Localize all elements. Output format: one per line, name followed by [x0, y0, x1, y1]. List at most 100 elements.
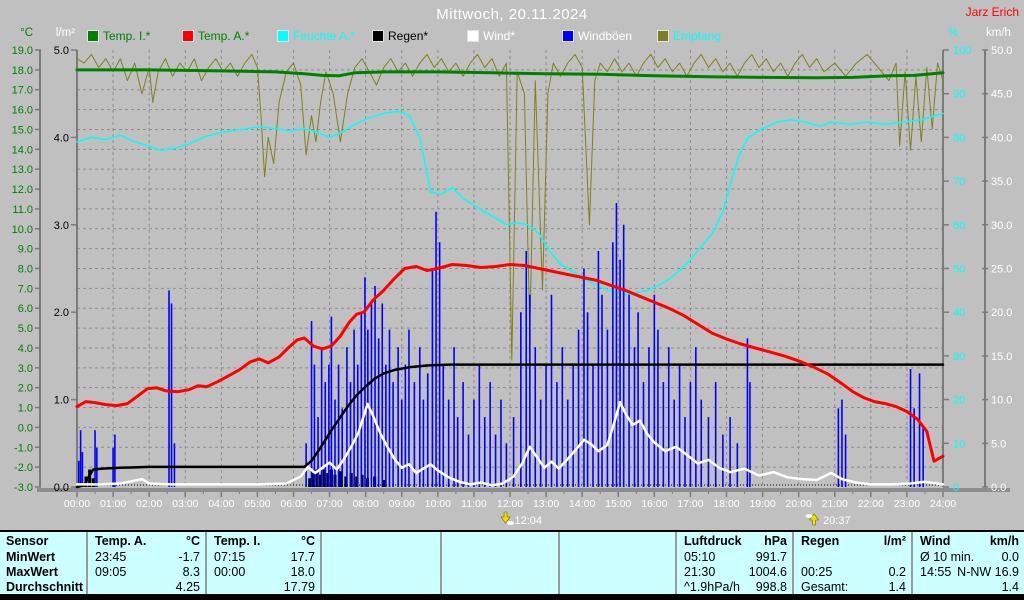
table-value-cell: [442, 549, 560, 564]
table-col-header: [442, 532, 560, 549]
table-row-label: Durchschnitt: [0, 579, 88, 594]
table-col-header: Temp. A. °C: [88, 532, 207, 549]
legend-item-temp-a[interactable]: Temp. A.*: [183, 29, 249, 43]
svg-text:19.0: 19.0: [12, 45, 33, 57]
legend-label: Wind*: [483, 29, 516, 43]
cell-time: Temp. A.: [95, 533, 147, 548]
table-value-cell: [794, 549, 913, 564]
svg-text:0.0: 0.0: [991, 482, 1006, 494]
cell-value: 17.79: [283, 579, 315, 594]
legend-swatch: [183, 31, 193, 41]
svg-text:4.0: 4.0: [18, 343, 33, 355]
cell-time: Wind: [920, 533, 951, 548]
svg-text:18:00: 18:00: [713, 498, 739, 510]
svg-text:16.0: 16.0: [12, 105, 33, 117]
legend-swatch: [658, 31, 668, 41]
svg-text:3.0: 3.0: [54, 220, 69, 232]
bottom-strip: [0, 594, 1024, 600]
table-value-cell: Ø 10 min. 0.0: [913, 549, 1024, 564]
cell-time: Regen: [801, 533, 840, 548]
svg-text:5.0: 5.0: [54, 45, 69, 57]
table-value-cell: ^1.9hPa/h 998.8: [677, 579, 794, 594]
cell-time: 00:25: [801, 564, 833, 579]
svg-text:50.0: 50.0: [991, 45, 1012, 57]
svg-text:1.0: 1.0: [18, 403, 33, 415]
svg-text:06:00: 06:00: [280, 498, 306, 510]
table-value-cell: 21:30 1004.6: [677, 564, 794, 579]
svg-text:2.0: 2.0: [18, 383, 33, 395]
cell-value: 998.8: [755, 579, 787, 594]
chart-svg: -3.0 -2.0 -1.0 0.0 1.0 2.0 3.0 4.0 5.0 6.0 7.0 8.0 9…: [12, 45, 1013, 527]
cell-value: N-NW 16.9: [957, 564, 1019, 579]
svg-text:11:00: 11:00: [461, 498, 487, 510]
legend-item-feuchte-a[interactable]: Feuchte A.*: [278, 29, 355, 43]
svg-text:10.0: 10.0: [12, 224, 33, 236]
table-value-cell: 00:25 0.2: [794, 564, 913, 579]
svg-text:15:00: 15:00: [605, 498, 631, 510]
event-marker-20-37: 20:37: [805, 513, 851, 527]
table-value-cell: [322, 564, 442, 579]
svg-text:00:00: 00:00: [64, 498, 90, 510]
svg-text:9.0: 9.0: [18, 244, 33, 256]
svg-text:24:00: 24:00: [930, 498, 956, 510]
svg-text:-2.0: -2.0: [14, 462, 33, 474]
table-row-label: MinWert: [0, 549, 88, 564]
svg-text:23:00: 23:00: [894, 498, 920, 510]
svg-text:10: 10: [953, 438, 965, 450]
table-value-cell: 1.4: [913, 579, 1024, 594]
table-col-header: [322, 532, 442, 549]
svg-text:21:00: 21:00: [822, 498, 848, 510]
axis-ticks: 0.0 5.0 10.0 15.0 20.0 25.0 30.0 35.0 40.0 45.0 50…: [982, 45, 1012, 494]
legend-item-windb-en[interactable]: Windböen: [563, 29, 632, 43]
legend-label: Temp. I.*: [103, 29, 151, 43]
legend-item-wind[interactable]: Wind*: [468, 29, 515, 43]
svg-text:0.0: 0.0: [54, 482, 69, 494]
svg-text:12.0: 12.0: [12, 184, 33, 196]
table-value-cell: [442, 564, 560, 579]
cell-time: 23:45: [95, 549, 127, 564]
cell-value: 0.2: [888, 564, 906, 579]
svg-text:0.0: 0.0: [18, 422, 33, 434]
svg-text:10.0: 10.0: [991, 395, 1012, 407]
table-value-cell: 14:55 N-NW 16.9: [913, 564, 1024, 579]
svg-text:3.0: 3.0: [18, 363, 33, 375]
svg-text:45.0: 45.0: [991, 89, 1012, 101]
table-col-header: Luftdruck hPa: [677, 532, 794, 549]
legend-item-temp-i[interactable]: Temp. I.*: [88, 29, 150, 43]
table-value-cell: [322, 549, 442, 564]
svg-text:12:04: 12:04: [515, 515, 543, 527]
svg-text:07:00: 07:00: [316, 498, 342, 510]
cell-value: l/m²: [883, 533, 906, 548]
table-col-header: Regen l/m²: [794, 532, 913, 549]
svg-text:04:00: 04:00: [208, 498, 234, 510]
svg-text:35.0: 35.0: [991, 176, 1012, 188]
table-value-cell: 17.79: [207, 579, 322, 594]
legend-label: Empfang: [673, 29, 722, 43]
svg-text:14:00: 14:00: [569, 498, 595, 510]
svg-text:100: 100: [953, 45, 971, 57]
cell-time: Temp. I.: [214, 533, 261, 548]
table-value-cell: 09:05 8.3: [88, 564, 207, 579]
svg-text:08:00: 08:00: [353, 498, 379, 510]
cell-time: 07:15: [214, 549, 246, 564]
svg-text:90: 90: [953, 89, 965, 101]
cell-value: 1.4: [1001, 579, 1019, 594]
legend-item-regen[interactable]: Regen*: [373, 29, 428, 43]
svg-text:19:00: 19:00: [749, 498, 775, 510]
svg-text:20:37: 20:37: [823, 515, 851, 527]
event-marker-12-04: 12:04: [500, 511, 543, 527]
cell-time: 09:05: [95, 564, 127, 579]
svg-text:30.0: 30.0: [991, 220, 1012, 232]
legend-item-empfang[interactable]: Empfang: [658, 29, 721, 43]
legend-swatch: [278, 31, 288, 41]
legend-swatch: [373, 31, 383, 41]
svg-text:5.0: 5.0: [991, 438, 1006, 450]
svg-text:20.0: 20.0: [991, 307, 1012, 319]
svg-text:15.0: 15.0: [991, 351, 1012, 363]
table-value-cell: 07:15 17.7: [207, 549, 322, 564]
svg-text:15.0: 15.0: [12, 124, 33, 136]
table-value-cell: [560, 579, 677, 594]
cell-value: 8.3: [182, 564, 200, 579]
legend-label: Feuchte A.*: [293, 29, 356, 43]
cell-value: hPa: [764, 533, 787, 548]
